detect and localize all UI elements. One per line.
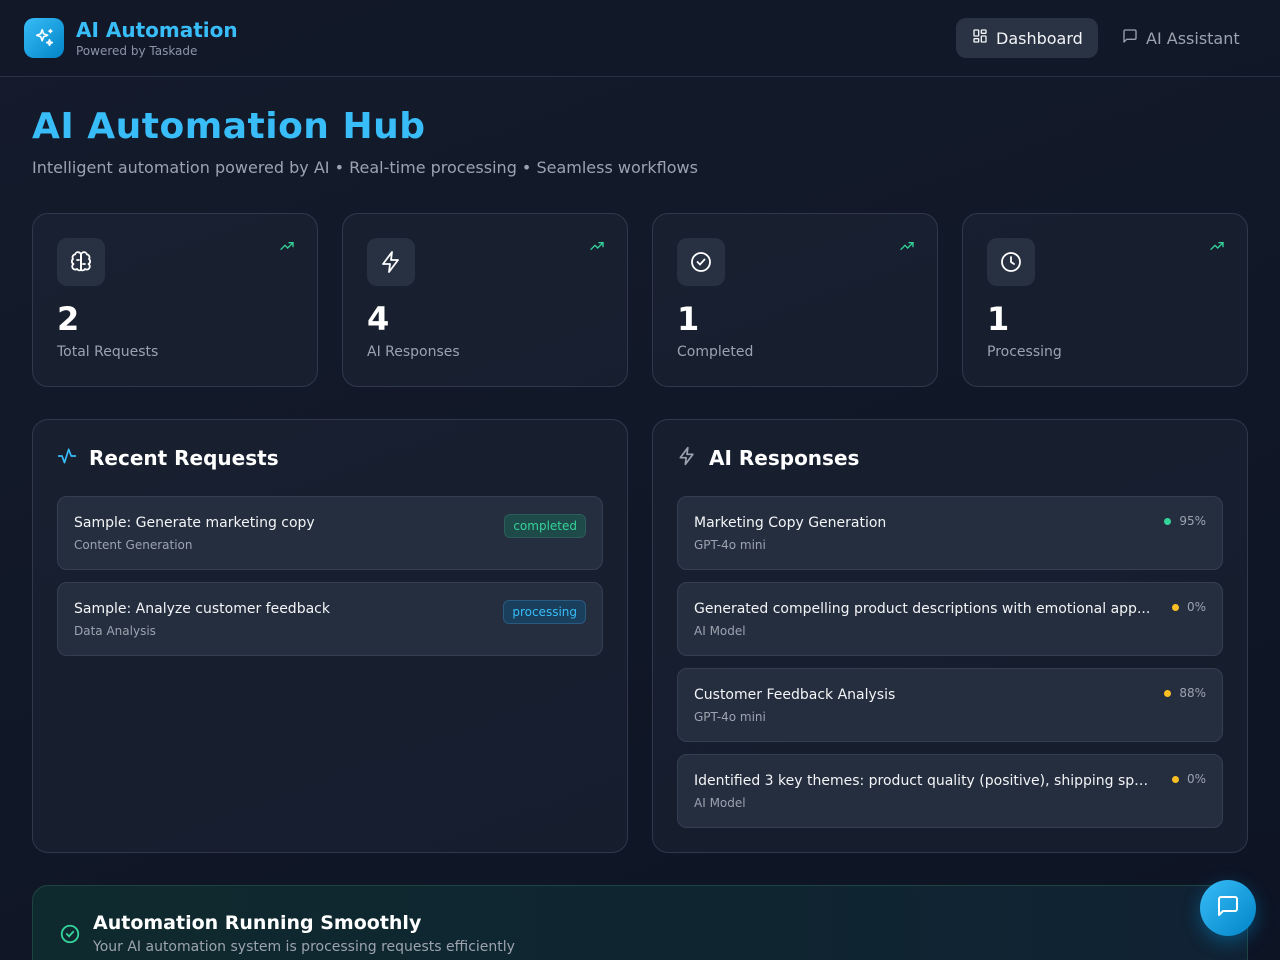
- request-title: Sample: Generate marketing copy: [74, 515, 315, 531]
- recent-requests-panel: Recent Requests Sample: Generate marketi…: [32, 419, 628, 853]
- nav-ai-assistant-button[interactable]: AI Assistant: [1106, 18, 1256, 58]
- page-title: AI Automation Hub: [32, 106, 426, 147]
- request-item[interactable]: Sample: Generate marketing copy Content …: [57, 496, 603, 570]
- check-circle-icon: [59, 923, 81, 949]
- response-title: Identified 3 key themes: product quality…: [694, 773, 1156, 789]
- chat-icon: [1122, 28, 1138, 48]
- nav-ai-assistant-label: AI Assistant: [1146, 28, 1240, 48]
- stat-value: 1: [677, 300, 700, 338]
- panel-header: Recent Requests: [57, 446, 279, 470]
- status-title: Automation Running Smoothly: [93, 912, 422, 934]
- clock-icon: [987, 238, 1035, 286]
- status-dot: [1171, 775, 1179, 783]
- request-item[interactable]: Sample: Analyze customer feedback Data A…: [57, 582, 603, 656]
- confidence-value: 0%: [1186, 600, 1206, 614]
- confidence-value: 0%: [1186, 772, 1206, 786]
- panel-title: Recent Requests: [89, 446, 279, 470]
- stat-label: Total Requests: [57, 344, 159, 360]
- trending-up-icon: [899, 238, 915, 258]
- automation-status-banner: Automation Running Smoothly Your AI auto…: [32, 885, 1248, 960]
- response-model: AI Model: [694, 796, 746, 810]
- status-dot: [1171, 603, 1179, 611]
- confidence: 88%: [1164, 686, 1206, 700]
- status-badge: completed: [504, 514, 586, 538]
- stat-card-ai-responses: 4 AI Responses: [342, 213, 628, 387]
- status-dot: [1164, 517, 1172, 525]
- panel-title: AI Responses: [709, 446, 860, 470]
- sparkles-logo-icon[interactable]: [24, 18, 64, 58]
- confidence-value: 88%: [1179, 686, 1206, 700]
- stat-card-processing: 1 Processing: [962, 213, 1248, 387]
- request-category: Content Generation: [74, 538, 193, 552]
- response-model: AI Model: [694, 624, 746, 638]
- chat-fab-button[interactable]: [1200, 880, 1256, 936]
- brand-subtitle: Powered by Taskade: [76, 44, 198, 58]
- stat-label: Processing: [987, 344, 1062, 360]
- status-dot: [1164, 689, 1172, 697]
- trending-up-icon: [279, 238, 295, 258]
- response-item[interactable]: Identified 3 key themes: product quality…: [677, 754, 1223, 828]
- brand-title: AI Automation: [76, 18, 238, 42]
- confidence-value: 95%: [1179, 514, 1206, 528]
- stat-card-completed: 1 Completed: [652, 213, 938, 387]
- confidence: 0%: [1171, 772, 1206, 786]
- response-item[interactable]: Marketing Copy Generation GPT-4o mini 95…: [677, 496, 1223, 570]
- stat-value: 4: [367, 300, 390, 338]
- stat-card-total-requests: 2 Total Requests: [32, 213, 318, 387]
- page-subtitle: Intelligent automation powered by AI • R…: [32, 158, 698, 177]
- stat-value: 1: [987, 300, 1010, 338]
- response-item[interactable]: Customer Feedback Analysis GPT-4o mini 8…: [677, 668, 1223, 742]
- nav-dashboard-button[interactable]: Dashboard: [956, 18, 1098, 58]
- confidence: 0%: [1171, 600, 1206, 614]
- request-category: Data Analysis: [74, 624, 156, 638]
- status-badge: processing: [503, 600, 586, 624]
- stat-label: AI Responses: [367, 344, 460, 360]
- grid-icon: [972, 28, 988, 48]
- trending-up-icon: [589, 238, 605, 258]
- brain-icon: [57, 238, 105, 286]
- ai-responses-panel: AI Responses Marketing Copy Generation G…: [652, 419, 1248, 853]
- lightning-icon: [367, 238, 415, 286]
- top-header: AI Automation Powered by Taskade Dashboa…: [0, 0, 1280, 77]
- response-title: Marketing Copy Generation: [694, 515, 887, 531]
- response-item[interactable]: Generated compelling product description…: [677, 582, 1223, 656]
- confidence: 95%: [1164, 514, 1206, 528]
- response-title: Generated compelling product description…: [694, 601, 1151, 617]
- trending-up-icon: [1209, 238, 1225, 258]
- nav-dashboard-label: Dashboard: [996, 28, 1083, 48]
- panel-header: AI Responses: [677, 446, 859, 470]
- activity-icon: [57, 446, 77, 470]
- status-subtitle: Your AI automation system is processing …: [93, 939, 515, 955]
- lightning-icon: [677, 446, 697, 470]
- stat-label: Completed: [677, 344, 754, 360]
- stat-value: 2: [57, 300, 80, 338]
- response-model: GPT-4o mini: [694, 538, 766, 552]
- request-title: Sample: Analyze customer feedback: [74, 601, 330, 617]
- check-circle-icon: [677, 238, 725, 286]
- response-model: GPT-4o mini: [694, 710, 766, 724]
- chat-icon: [1216, 894, 1240, 922]
- response-title: Customer Feedback Analysis: [694, 687, 896, 703]
